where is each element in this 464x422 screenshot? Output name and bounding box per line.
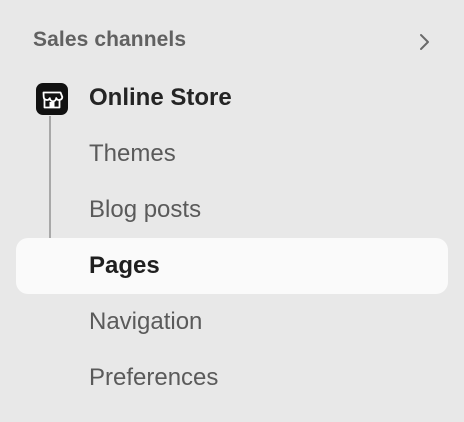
sidebar-item-pages[interactable]: Pages xyxy=(16,238,448,294)
sidebar-item-navigation[interactable]: Navigation xyxy=(16,294,448,350)
sidebar-item-preferences[interactable]: Preferences xyxy=(16,350,448,406)
chevron-right-icon[interactable] xyxy=(415,30,435,54)
sidebar-item-label: Themes xyxy=(89,140,176,167)
sidebar-item-blog-posts[interactable]: Blog posts xyxy=(16,182,448,238)
sidebar-item-label: Preferences xyxy=(89,364,219,391)
sales-channels-title: Sales channels xyxy=(33,28,187,51)
sidebar-item-label: Navigation xyxy=(89,308,203,335)
sales-channels-header[interactable]: Sales channels xyxy=(16,20,448,64)
storefront-icon xyxy=(36,83,68,115)
sidebar-item-themes[interactable]: Themes xyxy=(16,126,448,182)
sidebar-item-label: Pages xyxy=(89,252,160,279)
sidebar-item-label: Online Store xyxy=(89,84,232,111)
sidebar-item-online-store[interactable]: Online Store xyxy=(16,70,448,126)
sidebar-item-label: Blog posts xyxy=(89,196,202,223)
